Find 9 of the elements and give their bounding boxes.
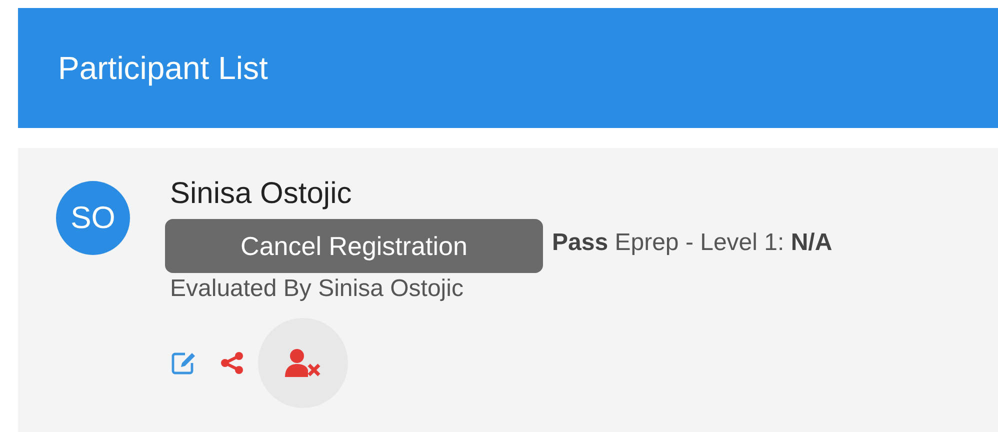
participant-name: Sinisa Ostojic <box>170 176 353 212</box>
avatar: SO <box>56 181 130 255</box>
edit-icon <box>171 351 197 375</box>
remove-user-icon <box>283 348 323 378</box>
tooltip: Cancel Registration <box>165 219 543 273</box>
evaluator-text: Evaluated By Sinisa Ostojic <box>170 274 464 304</box>
result-text: Pass Eprep - Level 1: N/A <box>552 228 832 258</box>
page-title: Participant List <box>58 50 268 86</box>
share-icon <box>220 351 244 375</box>
